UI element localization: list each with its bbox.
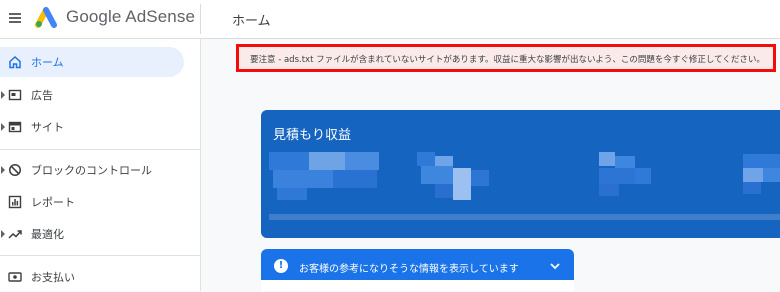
sidebar-item-reports[interactable]: レポート [0,187,184,217]
payments-icon [8,272,22,282]
sidebar-item-sites[interactable]: サイト [0,112,184,142]
optimize-icon [8,230,22,239]
sidebar: ホーム 広告 サイト ブロックのコントロール レポート 最適化 お支払い [0,39,200,291]
page-title: ホーム [232,14,271,29]
alert-text: 要注意 - ads.txt ファイルが含まれていないサイトがあります。収益に重大… [250,55,765,65]
expand-caret-icon [1,230,5,238]
sidebar-divider [0,255,200,256]
sidebar-item-label: お支払い [31,271,75,284]
header-divider [200,4,201,34]
sidebar-item-label: 広告 [31,89,53,102]
chevron-down-icon[interactable] [549,260,561,272]
info-banner-body [261,280,574,291]
ads-txt-alert[interactable]: 要注意 - ads.txt ファイルが含まれていないサイトがあります。収益に重大… [236,44,776,72]
home-icon [9,55,21,69]
sidebar-item-label: ブロックのコントロール [31,164,152,177]
sidebar-item-home[interactable]: ホーム [0,47,184,77]
sites-icon [8,121,22,133]
ads-icon [8,89,22,101]
sidebar-item-label: レポート [31,196,75,209]
expand-caret-icon [1,91,5,99]
top-app-bar: Google AdSense ホーム [0,0,780,39]
report-icon [8,195,22,209]
info-banner-text: お客様の参考になりそうな情報を表示しています [299,264,519,275]
menu-icon[interactable] [8,9,26,27]
expand-caret-icon [1,123,5,131]
block-icon [8,163,22,177]
adsense-logo-icon [35,7,57,28]
sidebar-item-block-controls[interactable]: ブロックのコントロール [0,155,184,185]
sidebar-item-payments[interactable]: お支払い [0,262,184,292]
sidebar-item-ads[interactable]: 広告 [0,80,184,110]
sidebar-item-label: サイト [31,121,64,134]
app-name: Google AdSense [66,7,195,26]
sidebar-item-label: 最適化 [31,228,64,241]
estimated-earnings-card[interactable]: 見積もり収益 [261,110,780,238]
card-divider-bar [269,214,780,220]
content-divider [200,38,201,291]
sidebar-item-label: ホーム [31,56,64,69]
info-alert-icon [274,259,288,273]
sidebar-divider [0,149,200,150]
expand-caret-icon [1,166,5,174]
sidebar-item-optimize[interactable]: 最適化 [0,219,184,249]
